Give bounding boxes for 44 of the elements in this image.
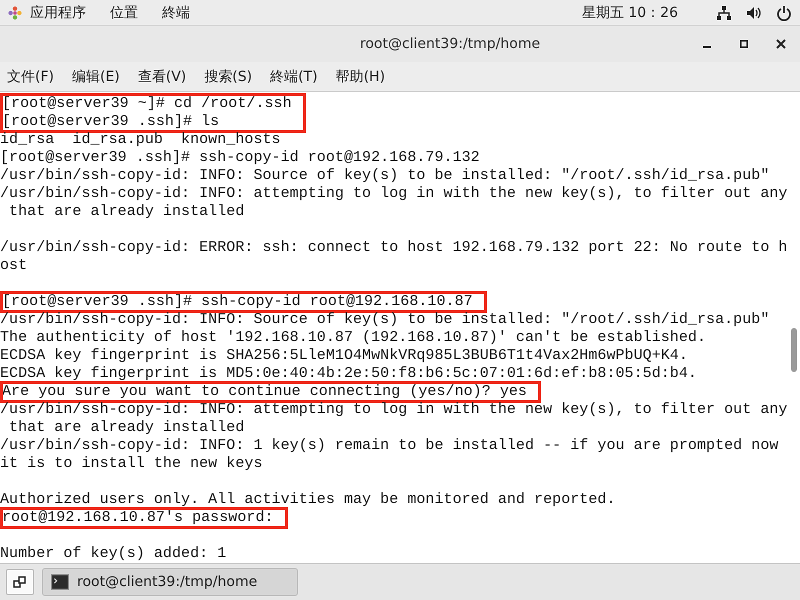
terminal-line: root@192.168.10.87's password: <box>2 509 274 527</box>
scrollbar-thumb[interactable] <box>791 328 797 372</box>
terminal-line: The authenticity of host '192.168.10.87 (192.168.10.87)' can't be established. <box>0 329 708 347</box>
menu-item[interactable]: 编辑(E) <box>72 68 120 86</box>
terminal-line: /usr/bin/ssh-copy-id: INFO: attempting to log in with the new key(s), to filter out any <box>0 401 788 419</box>
terminal-icon <box>51 574 69 590</box>
network-icon[interactable] <box>716 4 732 20</box>
maximize-icon[interactable] <box>740 40 748 48</box>
terminal-line: Number of key(s) added: 1 <box>0 545 228 563</box>
windows-icon <box>13 575 27 589</box>
terminal-line: that are already installed <box>8 419 246 437</box>
taskbar-button[interactable]: root@client39:/tmp/home <box>42 568 298 596</box>
panel-menu[interactable]: 終端 <box>162 4 190 22</box>
terminal-line: it is to install the new keys <box>0 455 264 473</box>
terminal-line: [root@server39 .ssh]# ssh-copy-id root@192.168.79.132 <box>0 149 481 167</box>
terminal-line: that are already installed <box>8 203 246 221</box>
menu-item[interactable]: 查看(V) <box>138 68 186 86</box>
show-desktop-button[interactable] <box>6 569 34 595</box>
terminal-line: [root@server39 .ssh]# ssh-copy-id root@192.168.10.87 <box>2 293 473 311</box>
terminal-line: Are you sure you want to continue connecting (yes/no)? yes <box>2 383 527 401</box>
flower-icon[interactable] <box>8 6 22 20</box>
terminal-line: /usr/bin/ssh-copy-id: INFO: Source of key(s) to be installed: "/root/.ssh/id_rsa.pub" <box>0 167 770 185</box>
close-icon[interactable] <box>776 39 786 49</box>
terminal-line: ost <box>0 257 28 275</box>
terminal-line: /usr/bin/ssh-copy-id: INFO: Source of key(s) to be installed: "/root/.ssh/id_rsa.pub" <box>0 311 770 329</box>
terminal-line: [root@server39 .ssh]# ls <box>2 113 220 131</box>
terminal-line: ECDSA key fingerprint is MD5:0e:40:4b:2e:50:f8:b6:5c:07:01:6d:ef:b8:05:5d:b4. <box>0 365 698 383</box>
terminal-line: /usr/bin/ssh-copy-id: INFO: 1 key(s) remain to be installed -- if you are prompted now <box>0 437 780 455</box>
volume-icon[interactable] <box>746 4 762 20</box>
terminal-line: ECDSA key fingerprint is SHA256:5LleM1O4MwNkVRq985L3BUB6T1t4Vax2Hm6wPbUQ+K4. <box>0 347 689 365</box>
menu-item[interactable]: 終端(T) <box>270 68 318 86</box>
terminal-line: /usr/bin/ssh-copy-id: ERROR: ssh: connect to host 192.168.79.132 port 22: No route to h <box>0 239 788 257</box>
clock[interactable]: 星期五 10：26 <box>582 4 678 22</box>
terminal-line: id_rsa id_rsa.pub known_hosts <box>0 131 282 149</box>
menu-item[interactable]: 文件(F) <box>7 68 54 86</box>
menu-item[interactable]: 搜索(S) <box>204 68 252 86</box>
menu-item[interactable]: 帮助(H) <box>336 68 386 86</box>
terminal-line: /usr/bin/ssh-copy-id: INFO: attempting to log in with the new key(s), to filter out any <box>0 185 788 203</box>
power-icon[interactable] <box>776 4 792 20</box>
panel-menu[interactable]: 位置 <box>110 4 138 22</box>
terminal-line: [root@server39 ~]# cd /root/.ssh <box>2 95 292 113</box>
panel-menu[interactable]: 应用程序 <box>30 4 86 22</box>
window-title: root@client39:/tmp/home <box>358 36 542 52</box>
terminal-line: Authorized users only. All activities may be monitored and reported. <box>0 491 616 509</box>
